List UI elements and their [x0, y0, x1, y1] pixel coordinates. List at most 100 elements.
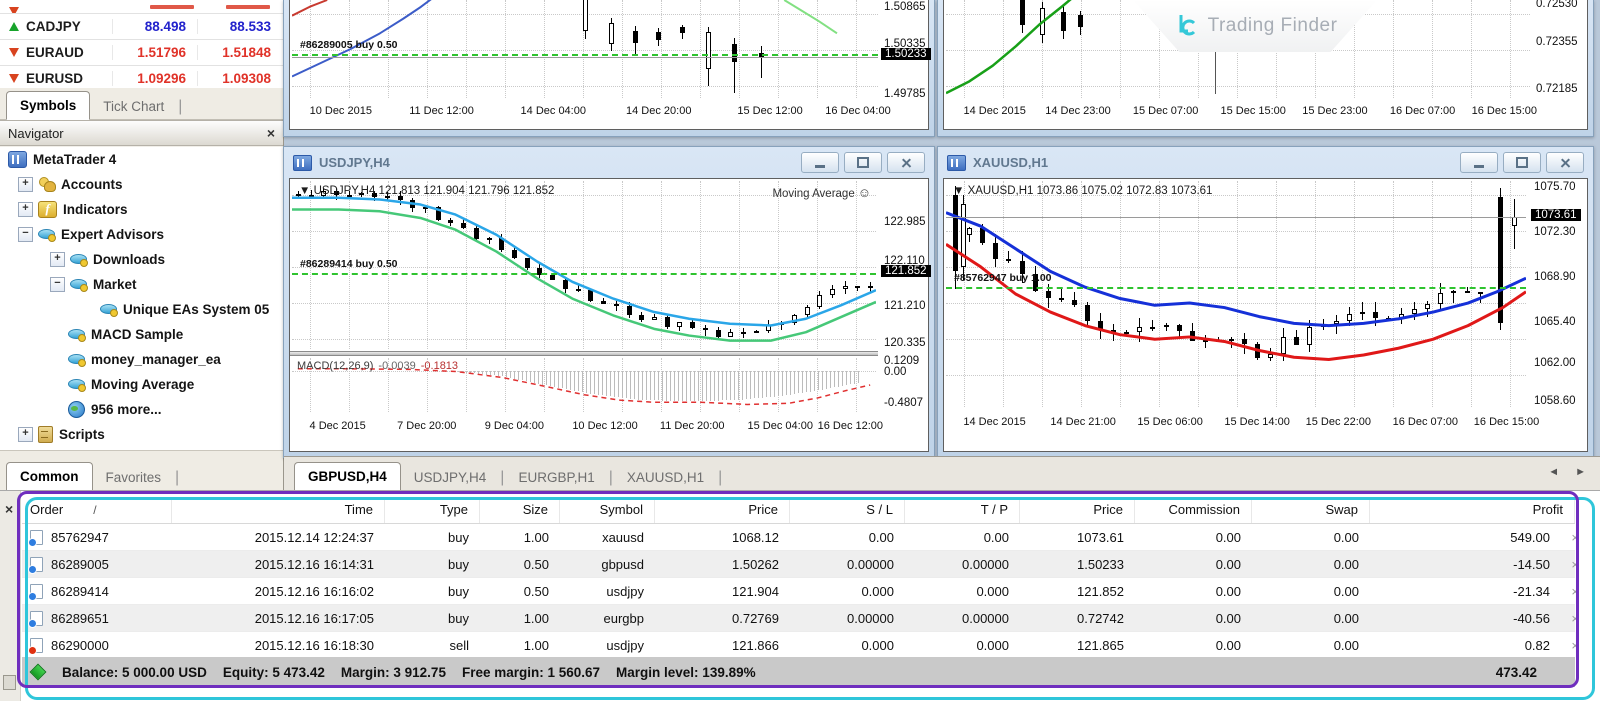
order-cell-commission: 0.00 [1135, 611, 1252, 626]
chart-tab-xauusd-h1[interactable]: XAUUSD,H1 [614, 466, 717, 490]
tree-expander[interactable]: − [50, 277, 65, 292]
tab-symbols[interactable]: Symbols [6, 91, 90, 120]
order-cell-price2: 1.50233 [1020, 557, 1135, 572]
tree-item-accounts[interactable]: +Accounts [0, 172, 283, 197]
column-header-size[interactable]: Size [480, 497, 560, 523]
market-row[interactable]: EURAUD1.517961.51848 [0, 40, 283, 66]
candle [410, 200, 415, 208]
tree-expander[interactable]: + [50, 252, 65, 267]
macd-histogram-bar [714, 371, 715, 401]
column-header-t-p[interactable]: T / P [905, 497, 1020, 523]
tree-item-expert-advisors[interactable]: −Expert Advisors [0, 222, 283, 247]
price-label: 1065.40 [1534, 316, 1576, 328]
bid-cell: 1.51796 [112, 45, 197, 60]
profit-value: 0.82 [1525, 638, 1550, 653]
price-chart-usdjpy[interactable]: #86289414 buy 0.50▼ USDJPY,H4 121.813 12… [292, 181, 876, 349]
tree-expander[interactable]: + [18, 177, 33, 192]
column-header-type[interactable]: Type [385, 497, 480, 523]
chart-window-gbpusd[interactable]: #86289005 buy 0.50 1.508651.503351.49785… [283, 0, 935, 137]
tree-item-downloads[interactable]: +Downloads [0, 247, 283, 272]
ea-icon [70, 277, 87, 292]
price-down-icon [9, 7, 19, 14]
tree-item-market[interactable]: −Market [0, 272, 283, 297]
terminal-close-icon[interactable]: × [5, 503, 13, 515]
grid-line-v [466, 358, 467, 412]
order-row[interactable]: 862890052015.12.16 16:14:31buy0.50gbpusd… [22, 551, 1575, 578]
balance-bar: Balance: 5 000.00 USDEquity: 5 473.42Mar… [22, 657, 1575, 687]
order-row[interactable]: 857629472015.12.14 12:24:37buy1.00xauusd… [22, 524, 1575, 551]
tree-item-scripts[interactable]: +Scripts [0, 422, 283, 447]
grid-line-v [1393, 181, 1394, 407]
column-header-swap[interactable]: Swap [1252, 497, 1370, 523]
column-header-s-l[interactable]: S / L [790, 497, 905, 523]
restore-button[interactable] [844, 152, 882, 173]
window-titlebar-xauusd[interactable]: XAUUSD,H1 [938, 147, 1593, 178]
tree-expander[interactable]: + [18, 427, 33, 442]
price-chart-gbpusd[interactable]: #86289005 buy 0.50 [292, 0, 878, 98]
candle [436, 207, 441, 219]
tree-item-money-manager-ea[interactable]: money_manager_ea [0, 347, 283, 372]
candle [843, 286, 848, 289]
time-axis-label: 15 Dec 23:00 [1302, 105, 1367, 117]
market-watch-tabs: SymbolsTick Chart| [0, 88, 283, 120]
window-titlebar-usdjpy[interactable]: USDJPY,H4 [284, 147, 934, 178]
restore-icon [857, 157, 869, 168]
grid-line-v [1237, 181, 1238, 407]
chart-window-usdjpy[interactable]: USDJPY,H4 #86289414 buy 0.50▼ USDJPY,H4 … [283, 146, 935, 458]
chart-tab-eurgbp-h1[interactable]: EURGBP,H1 [505, 466, 607, 490]
indicator-splitter[interactable] [290, 351, 878, 356]
tree-item-macd-sample[interactable]: MACD Sample [0, 322, 283, 347]
minimize-button[interactable] [801, 152, 839, 173]
candle [1215, 51, 1216, 94]
macd-histogram-bar [786, 371, 787, 395]
column-header-profit[interactable]: Profit [1370, 497, 1575, 523]
restore-button[interactable] [1503, 152, 1541, 173]
chart-tab-gbpusd-h4[interactable]: GBPUSD,H4 [294, 462, 401, 491]
time-axis-label: 4 Dec 2015 [310, 420, 366, 432]
current-price-line [946, 217, 1526, 218]
market-row[interactable]: CADJPY88.49888.533 [0, 14, 283, 40]
order-row[interactable]: 862894142015.12.16 16:16:02buy0.50usdjpy… [22, 578, 1575, 605]
close-order-icon[interactable]: × [1571, 530, 1579, 545]
order-row[interactable]: 862900002015.12.16 16:18:30sell1.00usdjp… [22, 632, 1575, 659]
candle [1061, 289, 1062, 302]
tab-scroll-left-icon[interactable]: ◄ [1548, 466, 1559, 478]
close-button[interactable] [1546, 152, 1584, 173]
close-order-icon[interactable]: × [1571, 557, 1579, 572]
candle [1360, 312, 1365, 314]
tree-expander[interactable]: + [18, 202, 33, 217]
tree-item-metatrader-4[interactable]: MetaTrader 4 [0, 147, 283, 172]
candle [601, 301, 606, 303]
tree-item-956-more-[interactable]: 956 more... [0, 397, 283, 422]
chart-window-xauusd[interactable]: XAUUSD,H1 #85762947 buy 1.00▼ XAUUSD,H1 … [937, 146, 1594, 458]
tree-item-moving-average[interactable]: Moving Average [0, 372, 283, 397]
order-row[interactable]: 862896512015.12.16 16:17:05buy1.00eurgbp… [22, 605, 1575, 632]
close-button[interactable] [887, 152, 925, 173]
navigator-close-icon[interactable]: × [267, 126, 275, 140]
column-header-order[interactable]: Order/ [22, 497, 172, 523]
macd-histogram-bar [502, 371, 503, 376]
chart-tab-usdjpy-h4[interactable]: USDJPY,H4 [401, 466, 500, 490]
column-header-price[interactable]: Price [655, 497, 790, 523]
close-order-icon[interactable]: × [1571, 638, 1579, 653]
terminal-corner-icon [3, 675, 16, 690]
macd-indicator-pane[interactable]: MACD(12,26,9)-0.0039-0.1813 [292, 358, 876, 412]
close-order-icon[interactable]: × [1571, 584, 1579, 599]
column-header-symbol[interactable]: Symbol [560, 497, 655, 523]
tree-item-indicators[interactable]: +Indicators [0, 197, 283, 222]
price-chart-xauusd[interactable]: #85762947 buy 1.00▼ XAUUSD,H1 1073.86 10… [946, 181, 1526, 407]
close-order-icon[interactable]: × [1571, 611, 1579, 626]
tab-common[interactable]: Common [6, 462, 93, 491]
tree-expander[interactable]: − [18, 227, 33, 242]
time-axis-xauusd: 14 Dec 201514 Dec 21:0015 Dec 06:0015 De… [946, 411, 1526, 433]
macd-histogram-bar [546, 371, 547, 386]
navigator-tabs: CommonFavorites| [0, 450, 283, 490]
tab-tick-chart[interactable]: Tick Chart [90, 95, 177, 119]
column-header-price[interactable]: Price [1020, 497, 1135, 523]
tab-scroll-right-icon[interactable]: ► [1575, 466, 1586, 478]
column-header-commission[interactable]: Commission [1135, 497, 1252, 523]
minimize-button[interactable] [1460, 152, 1498, 173]
column-header-time[interactable]: Time [172, 497, 385, 523]
tab-favorites[interactable]: Favorites [93, 466, 175, 490]
tree-item-unique-eas-system-05[interactable]: Unique EAs System 05 [0, 297, 283, 322]
